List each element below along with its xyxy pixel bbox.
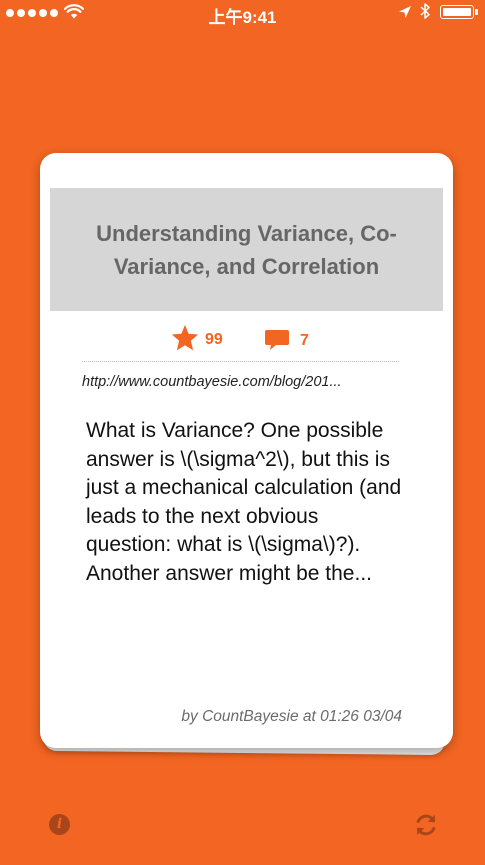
article-url[interactable]: http://www.countbayesie.com/blog/201... [82, 374, 412, 390]
title-band: Understanding Variance, Co-Variance, and… [50, 188, 443, 311]
star-count: 99 [205, 331, 223, 348]
divider [82, 361, 399, 362]
article-card[interactable]: Understanding Variance, Co-Variance, and… [40, 153, 453, 748]
article-title: Understanding Variance, Co-Variance, and… [96, 220, 397, 279]
battery-icon [440, 5, 474, 19]
article-excerpt: What is Variance? One possible answer is… [86, 419, 402, 585]
status-time: 上午9:41 [208, 8, 277, 27]
star-icon [171, 324, 199, 351]
bluetooth-icon [420, 3, 430, 19]
refresh-icon[interactable] [413, 812, 439, 838]
comment-count: 7 [300, 332, 309, 349]
comment-icon [265, 330, 289, 350]
status-bar: 上午9:41 [0, 0, 485, 27]
info-icon[interactable]: i [49, 814, 70, 835]
article-byline: by CountBayesie at 01:26 03/04 [181, 708, 402, 725]
battery-tip [475, 9, 478, 15]
stats-row: 99 7 [40, 323, 453, 359]
location-arrow-icon [399, 6, 411, 18]
